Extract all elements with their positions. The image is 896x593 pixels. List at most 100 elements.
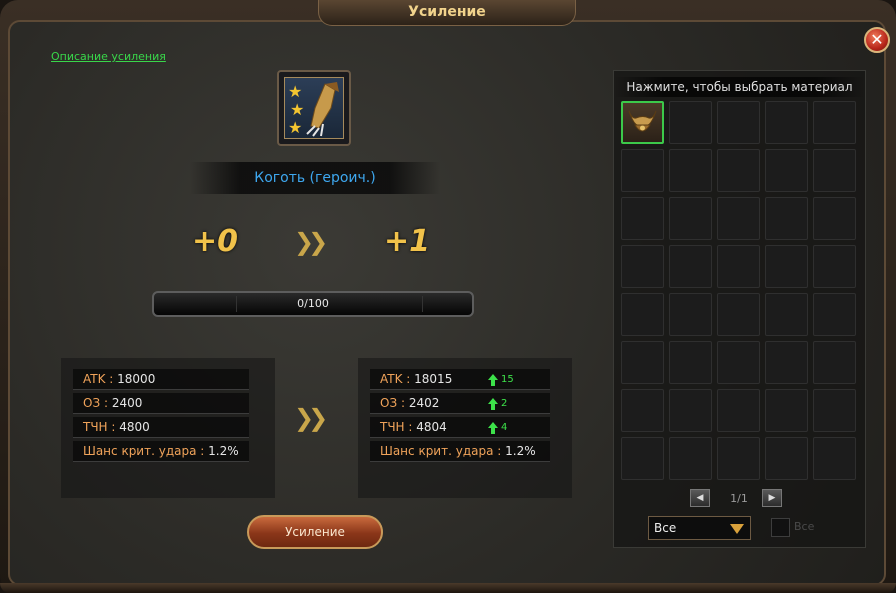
stat-separator: : [404, 420, 417, 434]
stat-row: Шанс крит. удара : 1.2% [370, 441, 550, 462]
stat-value: 2402 [408, 396, 440, 410]
stat-value: 2400 [111, 396, 143, 410]
stat-row: ATK : 18015 15 [370, 369, 550, 390]
progress-tick [422, 296, 423, 312]
material-slot[interactable] [621, 245, 664, 288]
item-slot[interactable]: ★ ★ ★ [277, 70, 351, 146]
up-arrow-icon [488, 374, 498, 386]
stat-row: ATK : 18000 [73, 369, 249, 390]
material-slot[interactable] [717, 389, 760, 432]
material-slot[interactable] [813, 101, 856, 144]
up-arrow-icon [488, 398, 498, 410]
progress-tick [236, 296, 237, 312]
select-all-label: Все [794, 520, 815, 533]
material-slot[interactable] [813, 197, 856, 240]
materials-panel: Нажмите, чтобы выбрать материал [613, 70, 866, 548]
material-slot[interactable] [621, 149, 664, 192]
double-arrow-icon: ❯❯ [294, 228, 328, 256]
stat-separator: : [196, 444, 209, 458]
stat-separator: : [107, 420, 120, 434]
star-icon: ★ [288, 118, 303, 137]
select-all-checkbox[interactable] [771, 518, 790, 537]
material-slot[interactable] [669, 245, 712, 288]
material-slot[interactable] [813, 437, 856, 480]
stat-separator: : [105, 372, 118, 386]
material-slot[interactable] [765, 101, 808, 144]
progress-text: 0/100 [297, 297, 329, 310]
material-slot[interactable] [765, 437, 808, 480]
material-slot[interactable] [669, 197, 712, 240]
bottom-trim [0, 583, 896, 593]
up-arrow-icon [488, 422, 498, 434]
stat-row: ТЧН : 4804 4 [370, 417, 550, 438]
next-stats-panel: ATK : 18015 15 ОЗ : 2402 2 ТЧН : 4804 4 … [358, 358, 572, 498]
next-page-button[interactable]: ▶ [762, 489, 782, 507]
stat-label: ATK [380, 372, 403, 386]
material-slot[interactable] [717, 293, 760, 336]
stat-row: Шанс крит. удара : 1.2% [73, 441, 249, 462]
stat-increase: 2 [488, 393, 507, 414]
star-icon: ★ [288, 82, 303, 101]
material-slot[interactable] [669, 293, 712, 336]
enhance-description-link[interactable]: Описание усиления [51, 50, 166, 63]
stat-row: ТЧН : 4800 [73, 417, 249, 438]
stat-increase-value: 4 [501, 422, 508, 433]
stat-label: ATK [83, 372, 106, 386]
material-slot[interactable] [621, 101, 664, 144]
stat-label: ТЧН [380, 420, 405, 434]
stat-increase-value: 2 [501, 398, 508, 409]
material-slot[interactable] [621, 293, 664, 336]
material-slot[interactable] [765, 149, 808, 192]
material-slot[interactable] [765, 245, 808, 288]
material-slot[interactable] [669, 149, 712, 192]
material-slot[interactable] [813, 389, 856, 432]
prev-page-button[interactable]: ◀ [690, 489, 710, 507]
stat-value: 18000 [117, 372, 156, 386]
material-slot[interactable] [813, 341, 856, 384]
stat-label: ОЗ [380, 396, 398, 410]
material-slot[interactable] [765, 293, 808, 336]
material-slot[interactable] [669, 101, 712, 144]
window-title: Усиление [318, 0, 576, 26]
stat-value: 18015 [414, 372, 453, 386]
material-slot[interactable] [669, 389, 712, 432]
material-slot[interactable] [621, 197, 664, 240]
stat-increase: 15 [488, 369, 514, 390]
stat-separator: : [402, 372, 415, 386]
enhance-progress-bar: 0/100 [152, 291, 474, 317]
stat-label: Шанс крит. удара [380, 444, 494, 458]
material-slot[interactable] [669, 437, 712, 480]
material-slot[interactable] [621, 437, 664, 480]
horned-helmet-icon [628, 110, 657, 132]
material-slot[interactable] [717, 437, 760, 480]
page-indicator: 1/1 [730, 492, 748, 505]
material-slot[interactable] [717, 341, 760, 384]
material-slot[interactable] [621, 341, 664, 384]
stat-value: 4804 [416, 420, 447, 434]
material-slot[interactable] [813, 293, 856, 336]
material-slot[interactable] [621, 389, 664, 432]
material-slot[interactable] [765, 197, 808, 240]
claw-icon: ★ ★ ★ [284, 77, 344, 139]
stat-row: ОЗ : 2400 [73, 393, 249, 414]
close-icon[interactable]: ✕ [864, 27, 890, 53]
chevron-down-icon [730, 524, 744, 534]
material-slot[interactable] [717, 197, 760, 240]
material-slot[interactable] [765, 341, 808, 384]
star-icon: ★ [290, 100, 305, 119]
material-slot[interactable] [717, 101, 760, 144]
material-slot[interactable] [669, 341, 712, 384]
stat-label: ОЗ [83, 396, 101, 410]
stat-row: ОЗ : 2402 2 [370, 393, 550, 414]
material-slot[interactable] [717, 245, 760, 288]
material-slot[interactable] [717, 149, 760, 192]
material-slot[interactable] [765, 389, 808, 432]
stat-separator: : [100, 396, 112, 410]
stat-value: 4800 [119, 420, 150, 434]
enhance-button[interactable]: Усиление [247, 515, 383, 549]
material-slot[interactable] [813, 149, 856, 192]
stat-separator: : [493, 444, 506, 458]
material-slot[interactable] [813, 245, 856, 288]
material-filter-dropdown[interactable]: Все [648, 516, 751, 540]
current-level: +0 [192, 224, 239, 259]
